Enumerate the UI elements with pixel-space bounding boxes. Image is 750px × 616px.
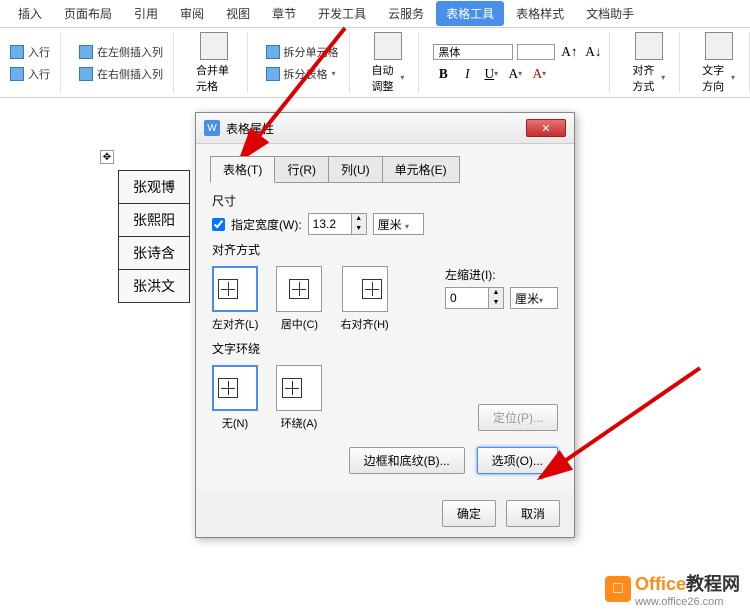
highlight-button[interactable]: A▾ bbox=[505, 64, 525, 84]
auto-adjust-icon bbox=[374, 32, 402, 60]
insert-col-right-icon bbox=[79, 67, 93, 81]
ribbon-tabs: 插入 页面布局 引用 审阅 视图 章节 开发工具 云服务 表格工具 表格样式 文… bbox=[0, 0, 750, 28]
tab-references[interactable]: 引用 bbox=[124, 1, 168, 26]
tab-cell[interactable]: 单元格(E) bbox=[382, 156, 460, 183]
spinner-up[interactable]: ▲ bbox=[489, 288, 503, 298]
position-button: 定位(P)... bbox=[478, 404, 558, 431]
insert-row-above[interactable]: 入行 bbox=[6, 42, 54, 62]
merge-cells-button[interactable]: 合并单元格 bbox=[188, 28, 241, 98]
tab-cloud[interactable]: 云服务 bbox=[378, 1, 434, 26]
options-button[interactable]: 选项(O)... bbox=[477, 447, 558, 474]
text-direction-button[interactable]: 文字方向▾ bbox=[694, 28, 743, 98]
align-icon bbox=[635, 32, 663, 60]
indent-label: 左缩进(I): bbox=[445, 266, 558, 283]
wrap-none-option[interactable]: 无(N) bbox=[212, 365, 258, 431]
merge-cells-icon bbox=[200, 32, 228, 60]
decrease-font-button[interactable]: A↓ bbox=[583, 42, 603, 62]
font-size-select[interactable] bbox=[517, 44, 555, 60]
tab-doc-assistant[interactable]: 文档助手 bbox=[576, 1, 644, 26]
spinner-up[interactable]: ▲ bbox=[352, 214, 366, 224]
font-name-select[interactable] bbox=[433, 44, 513, 60]
auto-adjust-button[interactable]: 自动调整▾ bbox=[364, 28, 413, 98]
document-table[interactable]: 张观博 张熙阳 张诗含 张洪文 bbox=[118, 170, 190, 303]
tab-developer[interactable]: 开发工具 bbox=[308, 1, 376, 26]
width-label: 指定宽度(W): bbox=[231, 216, 302, 233]
spinner-down[interactable]: ▼ bbox=[489, 298, 503, 308]
table-cell[interactable]: 张诗含 bbox=[119, 237, 190, 270]
dialog-titlebar[interactable]: W 表格属性 ✕ bbox=[196, 113, 574, 144]
cancel-button[interactable]: 取消 bbox=[506, 500, 560, 527]
width-unit-select[interactable]: 厘米 ▾ bbox=[373, 213, 424, 235]
tab-chapter[interactable]: 章节 bbox=[262, 1, 306, 26]
split-table-icon bbox=[266, 67, 280, 81]
insert-col-left[interactable]: 在左侧插入列 bbox=[75, 42, 167, 62]
watermark: □ Office教程网 www.office26.com bbox=[605, 570, 740, 608]
align-left-option[interactable]: 左对齐(L) bbox=[212, 266, 258, 332]
align-mode-button[interactable]: 对齐方式▾ bbox=[624, 28, 673, 98]
align-section-label: 对齐方式 bbox=[212, 241, 558, 258]
split-table[interactable]: 拆分表格▾ bbox=[262, 64, 343, 84]
increase-font-button[interactable]: A↑ bbox=[559, 42, 579, 62]
dialog-title: 表格属性 bbox=[226, 120, 526, 137]
text-direction-icon bbox=[705, 32, 733, 60]
watermark-icon: □ bbox=[605, 576, 631, 602]
chevron-down-icon: ▾ bbox=[661, 73, 665, 82]
indent-spinner[interactable]: ▲▼ bbox=[445, 287, 504, 309]
table-properties-dialog: W 表格属性 ✕ 表格(T) 行(R) 列(U) 单元格(E) 尺寸 指定宽度(… bbox=[195, 112, 575, 538]
width-input[interactable] bbox=[309, 217, 351, 231]
italic-button[interactable]: I bbox=[457, 64, 477, 84]
table-cell[interactable]: 张洪文 bbox=[119, 270, 190, 303]
dialog-tabs: 表格(T) 行(R) 列(U) 单元格(E) bbox=[210, 156, 560, 183]
ok-button[interactable]: 确定 bbox=[442, 500, 496, 527]
table-cell[interactable]: 张观博 bbox=[119, 171, 190, 204]
table-move-handle[interactable]: ✥ bbox=[100, 150, 114, 164]
close-button[interactable]: ✕ bbox=[526, 119, 566, 137]
wps-icon: W bbox=[204, 120, 220, 136]
tab-table-style[interactable]: 表格样式 bbox=[506, 1, 574, 26]
tab-view[interactable]: 视图 bbox=[216, 1, 260, 26]
ribbon-content: 入行 入行 在左侧插入列 在右侧插入列 合并单元格 拆分单元格 拆分表格▾ 自动… bbox=[0, 28, 750, 98]
tab-page-layout[interactable]: 页面布局 bbox=[54, 1, 122, 26]
split-cells-icon bbox=[266, 45, 280, 59]
align-center-option[interactable]: 居中(C) bbox=[276, 266, 322, 332]
indent-input[interactable] bbox=[446, 291, 488, 305]
table-cell[interactable]: 张熙阳 bbox=[119, 204, 190, 237]
insert-row-icon bbox=[10, 45, 24, 59]
tab-row[interactable]: 行(R) bbox=[274, 156, 329, 183]
tab-col[interactable]: 列(U) bbox=[328, 156, 383, 183]
bold-button[interactable]: B bbox=[433, 64, 453, 84]
insert-col-left-icon bbox=[79, 45, 93, 59]
chevron-down-icon: ▾ bbox=[400, 73, 404, 82]
font-color-button[interactable]: A▾ bbox=[529, 64, 549, 84]
insert-row-icon bbox=[10, 67, 24, 81]
insert-col-right[interactable]: 在右侧插入列 bbox=[75, 64, 167, 84]
size-section-label: 尺寸 bbox=[212, 192, 558, 209]
wrap-section-label: 文字环绕 bbox=[212, 340, 558, 357]
tab-table[interactable]: 表格(T) bbox=[210, 156, 275, 183]
spinner-down[interactable]: ▼ bbox=[352, 224, 366, 234]
tab-review[interactable]: 审阅 bbox=[170, 1, 214, 26]
width-checkbox[interactable] bbox=[212, 218, 225, 231]
align-right-option[interactable]: 右对齐(H) bbox=[340, 266, 388, 332]
split-cells[interactable]: 拆分单元格 bbox=[262, 42, 343, 62]
tab-insert[interactable]: 插入 bbox=[8, 1, 52, 26]
underline-button[interactable]: U▾ bbox=[481, 64, 501, 84]
width-spinner[interactable]: ▲▼ bbox=[308, 213, 367, 235]
chevron-down-icon: ▾ bbox=[731, 73, 735, 82]
chevron-down-icon: ▾ bbox=[332, 69, 336, 78]
tab-panel-table: 尺寸 指定宽度(W): ▲▼ 厘米 ▾ 对齐方式 左对齐(L) 居中(C) bbox=[210, 182, 560, 478]
indent-unit-select[interactable]: 厘米▾ bbox=[510, 287, 558, 309]
tab-table-tools[interactable]: 表格工具 bbox=[436, 1, 504, 26]
border-shading-button[interactable]: 边框和底纹(B)... bbox=[349, 447, 465, 474]
wrap-around-option[interactable]: 环绕(A) bbox=[276, 365, 322, 431]
insert-row-below[interactable]: 入行 bbox=[6, 64, 54, 84]
